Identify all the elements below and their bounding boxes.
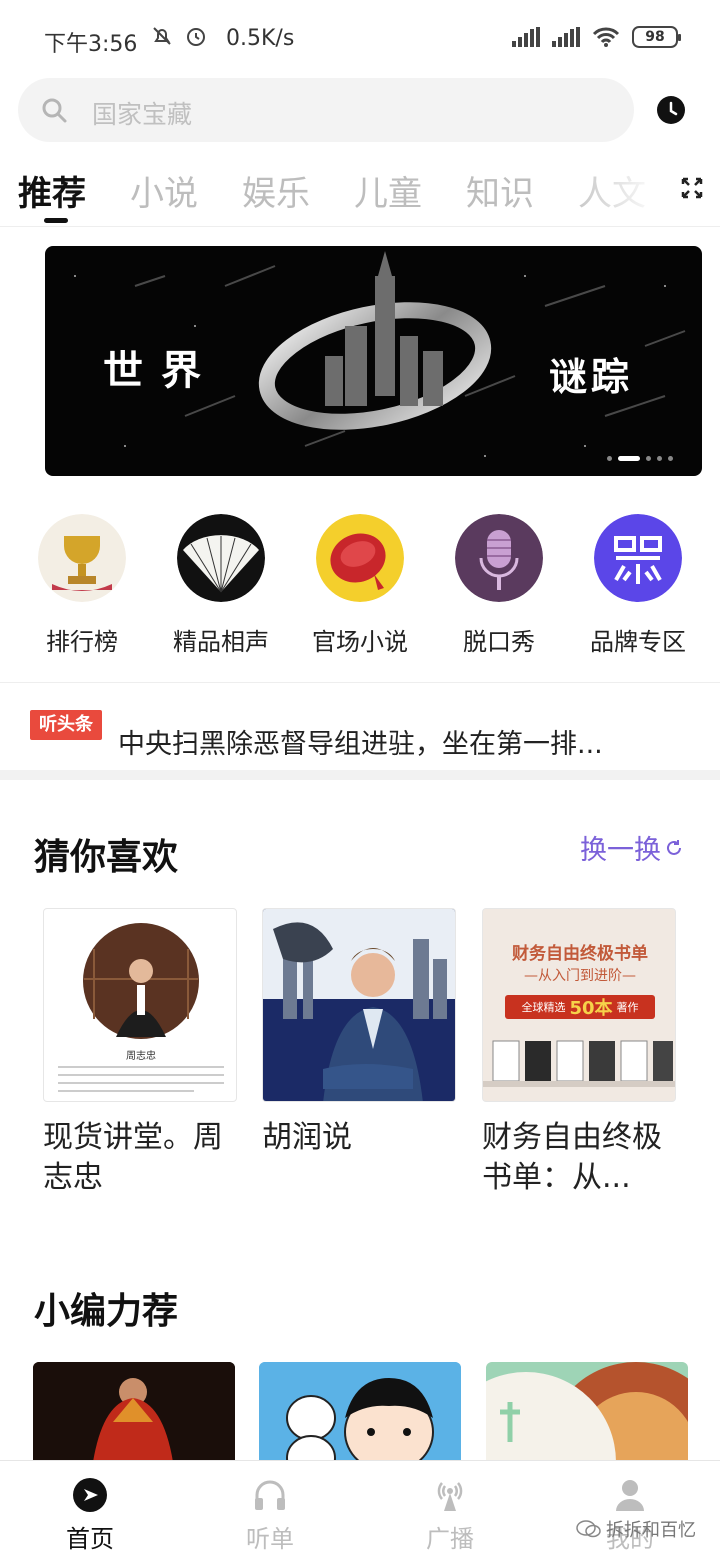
refresh-label: 换一换 — [580, 835, 661, 866]
nav-label: 听单 — [246, 1525, 294, 1553]
wechat-icon — [576, 1520, 601, 1538]
compass-icon — [73, 1478, 107, 1512]
album-title: 胡润说 — [262, 1120, 352, 1155]
banner-dot — [607, 456, 612, 461]
status-system-icons: 98 — [512, 26, 681, 48]
category-label: 品牌专区 — [590, 628, 686, 656]
status-notification-icons — [150, 24, 208, 48]
section-separator — [0, 770, 720, 780]
cover-caption: 周志忠 — [126, 1051, 156, 1062]
recommend-card[interactable]: 胡润说 — [262, 908, 456, 1158]
banner-pagination — [607, 456, 673, 461]
cover-count: 50本 — [569, 998, 613, 1019]
portrait-image — [263, 909, 455, 1101]
banner-dot — [646, 456, 651, 461]
album-cover — [262, 908, 456, 1102]
tab-recommend[interactable]: 推荐 — [18, 166, 86, 215]
nav-broadcast[interactable]: 广播 — [360, 1461, 540, 1560]
tab-fade — [560, 160, 660, 222]
category-label: 排行榜 — [46, 628, 118, 656]
signal-icon-2 — [552, 27, 580, 47]
cover-tag2: 著作 — [616, 1001, 639, 1014]
refresh-button[interactable]: 换一换 — [580, 828, 683, 867]
active-tab-indicator — [44, 218, 68, 223]
status-bar: 下午3:56 0.5K/s 98 — [0, 0, 720, 78]
microphone-icon — [455, 514, 543, 602]
headline-badge: 听头条 — [30, 710, 102, 740]
search-placeholder: 国家宝藏 — [92, 100, 193, 129]
alarm-icon — [187, 28, 205, 46]
cover-subtitle: —从入门到进阶— — [524, 968, 636, 984]
divider — [0, 226, 720, 227]
brand-icon — [594, 514, 682, 602]
album-title: 财务自由终极书单：从... — [482, 1120, 662, 1195]
category-ranking[interactable]: 排行榜 — [12, 514, 152, 657]
promo-banner[interactable]: 世界 谜踪 — [45, 246, 702, 476]
broadcast-icon — [437, 1482, 463, 1511]
category-label: 官场小说 — [312, 628, 408, 656]
album-title: 现货讲堂。周志忠 — [43, 1120, 223, 1195]
nav-label: 首页 — [66, 1525, 114, 1553]
pick-card[interactable] — [259, 1362, 461, 1462]
nav-home[interactable]: 首页 — [0, 1461, 180, 1560]
album-cover: 周志忠 — [43, 908, 237, 1102]
person-icon — [616, 1480, 644, 1511]
pick-cover-image — [259, 1362, 461, 1462]
category-crosstalk[interactable]: 精品相声 — [151, 514, 291, 657]
headphones-icon — [255, 1480, 285, 1510]
pick-cover-image — [33, 1362, 235, 1462]
section-title-picks: 小编力荐 — [34, 1291, 179, 1332]
recommend-card[interactable]: 财务自由终极书单 —从入门到进阶— 全球精选 50本 著作 财务自由终极书单：从… — [482, 908, 676, 1198]
tab-knowledge[interactable]: 知识 — [466, 166, 534, 215]
watermark-text: 拆拆和百忆 — [606, 1520, 696, 1541]
battery-indicator: 98 — [632, 26, 681, 48]
album-cover: 财务自由终极书单 —从入门到进阶— 全球精选 50本 著作 — [482, 908, 676, 1102]
tab-children[interactable]: 儿童 — [354, 166, 422, 215]
portrait-image — [58, 923, 224, 1092]
wifi-icon — [592, 27, 620, 47]
signal-icon — [512, 27, 540, 47]
tab-entertainment[interactable]: 娱乐 — [242, 166, 310, 215]
pick-cover-image — [486, 1362, 688, 1462]
banner-title-left: 世界 — [103, 347, 219, 394]
pick-card[interactable] — [486, 1362, 688, 1462]
search-icon — [42, 98, 67, 123]
category-official-novel[interactable]: 官场小说 — [290, 514, 430, 657]
network-speed: 0.5K/s — [226, 26, 295, 51]
nav-playlist[interactable]: 听单 — [180, 1461, 360, 1560]
banner-title-right: 谜踪 — [549, 354, 634, 399]
refresh-icon — [667, 839, 681, 855]
seal-icon — [316, 514, 404, 602]
banner-dot — [668, 456, 673, 461]
category-talk-show[interactable]: 脱口秀 — [429, 514, 569, 657]
recommend-card[interactable]: 周志忠 现货讲堂。周志忠 — [43, 908, 237, 1198]
banner-dot — [657, 456, 662, 461]
mute-bell-icon — [153, 27, 171, 45]
cover-tag-bar: 全球精选 50本 著作 — [505, 995, 655, 1019]
status-time: 下午3:56 — [44, 32, 138, 57]
bottom-navigation: 首页 听单 广播 我的 — [0, 1460, 720, 1560]
search-input[interactable]: 国家宝藏 — [18, 78, 634, 142]
category-shortcuts: 排行榜 精品相声 官场小说 脱口秀 品牌专区 — [0, 514, 720, 664]
section-title-guess: 猜你喜欢 — [34, 837, 179, 878]
trophy-icon — [38, 514, 126, 602]
category-label: 脱口秀 — [463, 628, 535, 656]
wechat-watermark: 拆拆和百忆 — [576, 1516, 696, 1542]
clock-icon[interactable] — [656, 95, 686, 125]
nav-label: 广播 — [426, 1525, 474, 1553]
cover-title: 财务自由终极书单 — [512, 944, 648, 964]
nav-profile[interactable]: 我的 — [540, 1461, 720, 1560]
pick-card[interactable] — [33, 1362, 235, 1462]
expand-icon[interactable] — [680, 176, 704, 200]
category-label: 精品相声 — [173, 628, 269, 656]
divider — [0, 682, 720, 683]
tab-novel[interactable]: 小说 — [130, 166, 198, 215]
book-shelf-image — [483, 1040, 675, 1087]
category-brand-zone[interactable]: 品牌专区 — [568, 514, 708, 657]
banner-dot-active — [618, 456, 640, 461]
cover-tag: 全球精选 — [521, 1001, 566, 1014]
headline-news-link[interactable]: 中央扫黑除恶督导组进驻，坐在第一排... — [118, 722, 678, 761]
fan-icon — [177, 514, 265, 602]
